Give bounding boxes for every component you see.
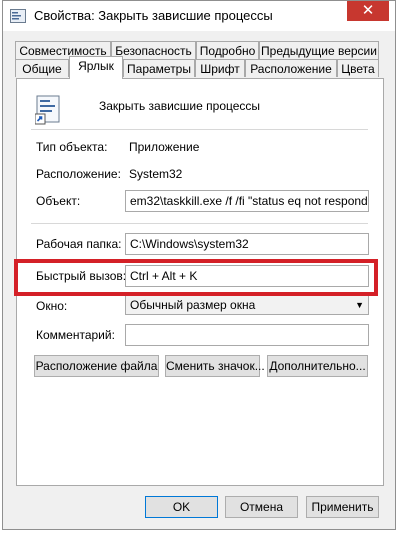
title-bar: Свойства: Закрыть зависшие процессы ✕: [3, 1, 395, 31]
ok-button[interactable]: OK: [145, 496, 218, 518]
shortcut-app-icon: [35, 95, 60, 125]
chevron-down-icon: ▼: [355, 300, 364, 310]
tab-font[interactable]: Шрифт: [195, 59, 245, 77]
tab-layout[interactable]: Расположение: [245, 59, 337, 77]
shortcut-name: Закрыть зависшие процессы: [99, 99, 261, 113]
separator: [31, 223, 368, 224]
window-mode-value: Обычный размер окна: [130, 298, 256, 312]
tab-security[interactable]: Безопасность: [111, 41, 196, 59]
object-type-value: Приложение: [129, 140, 200, 154]
target-label: Объект:: [36, 194, 81, 208]
location-value: System32: [129, 167, 183, 181]
tab-options[interactable]: Параметры: [123, 59, 195, 77]
cancel-button[interactable]: Отмена: [225, 496, 298, 518]
window-title: Свойства: Закрыть зависшие процессы: [34, 8, 273, 23]
window-mode-select[interactable]: Обычный размер окна ▼: [125, 295, 369, 315]
tab-details[interactable]: Подробно: [196, 41, 259, 59]
tab-previous-versions[interactable]: Предыдущие версии: [259, 41, 379, 59]
workdir-label: Рабочая папка:: [36, 237, 122, 251]
tab-shortcut[interactable]: Ярлык: [69, 56, 123, 79]
separator: [31, 129, 368, 130]
location-label: Расположение:: [36, 167, 121, 181]
tab-general[interactable]: Общие: [15, 59, 69, 77]
window-mode-label: Окно:: [36, 299, 68, 313]
advanced-button[interactable]: Дополнительно...: [267, 355, 368, 377]
properties-window: Свойства: Закрыть зависшие процессы ✕ Со…: [2, 0, 396, 530]
target-input[interactable]: em32\taskkill.exe /f /fi "status eq not …: [125, 190, 369, 212]
workdir-input[interactable]: C:\Windows\system32: [125, 233, 369, 255]
close-button[interactable]: ✕: [347, 1, 389, 21]
comment-label: Комментарий:: [36, 328, 115, 342]
open-file-location-button[interactable]: Расположение файла: [34, 355, 159, 377]
tab-colors[interactable]: Цвета: [337, 59, 379, 77]
hotkey-highlight-frame: [14, 259, 378, 296]
apply-button[interactable]: Применить: [306, 496, 379, 518]
object-type-label: Тип объекта:: [36, 140, 108, 154]
shortcut-app-icon: [10, 9, 26, 23]
change-icon-button[interactable]: Сменить значок...: [165, 355, 265, 377]
comment-input[interactable]: [125, 324, 369, 346]
